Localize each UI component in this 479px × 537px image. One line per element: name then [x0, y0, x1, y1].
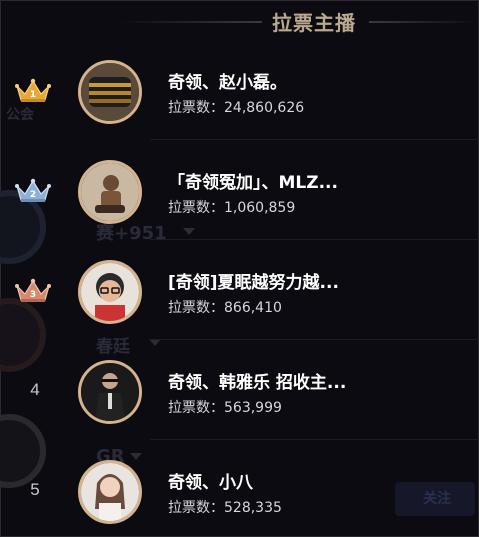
streamer-name: 奇领、小八: [168, 473, 253, 493]
vote-count-value: 563,999: [224, 400, 282, 416]
row-divider: [150, 439, 479, 440]
vote-count: 拉票数：24,860,626: [168, 97, 304, 117]
svg-text:1: 1: [30, 90, 36, 100]
vote-count: 拉票数：866,410: [168, 297, 282, 317]
rank-number: 5: [30, 480, 40, 499]
streamer-name: 奇领、赵小磊。: [168, 73, 287, 93]
silver-crown-icon: 2: [14, 176, 52, 206]
row-divider: [150, 339, 479, 340]
streamer-name: 「奇领冤加」、MLZ...: [168, 173, 338, 193]
vote-count-value: 866,410: [224, 300, 282, 316]
streamer-name: 奇领、韩雅乐 招收主...: [168, 373, 347, 393]
panel-header: 拉票主播: [0, 0, 479, 44]
avatar[interactable]: [78, 260, 142, 324]
vote-count-label: 拉票数：: [168, 300, 224, 316]
header-divider-left: [118, 21, 262, 23]
rank-number: 4: [30, 380, 40, 399]
row-divider: [150, 239, 479, 240]
vote-count-label: 拉票数：: [168, 400, 224, 416]
avatar[interactable]: [78, 460, 142, 524]
vote-count-label: 拉票数：: [168, 200, 224, 216]
streamer-name: [奇领]夏眠越努力越...: [168, 273, 339, 293]
avatar[interactable]: [78, 160, 142, 224]
gold-crown-icon: 1: [14, 76, 52, 106]
streamer-row[interactable]: 1 奇领、赵小磊。 拉票数：24,860,626: [0, 42, 479, 140]
vote-count-value: 24,860,626: [224, 100, 305, 116]
avatar[interactable]: [78, 360, 142, 424]
streamer-row[interactable]: 4 奇领、韩雅乐 招收主... 拉票数：563,999: [0, 342, 479, 440]
vote-count: 拉票数：1,060,859: [168, 197, 295, 217]
vote-count-label: 拉票数：: [168, 100, 224, 116]
vote-count: 拉票数：528,335: [168, 497, 282, 517]
streamer-row[interactable]: 3 [奇领]夏眠越努力越... 拉票数：866,410: [0, 242, 479, 340]
svg-text:3: 3: [30, 290, 36, 300]
bronze-crown-icon: 3: [14, 276, 52, 306]
streamer-row[interactable]: 5 奇领、小八 拉票数：528,335: [0, 442, 479, 537]
streamer-row[interactable]: 2 「奇领冤加」、MLZ... 拉票数：1,060,859: [0, 142, 479, 240]
panel-title: 拉票主播: [272, 11, 356, 35]
avatar[interactable]: [78, 60, 142, 124]
vote-count: 拉票数：563,999: [168, 397, 282, 417]
vote-count-value: 1,060,859: [224, 200, 296, 216]
vote-count-value: 528,335: [224, 500, 282, 516]
header-divider-right: [369, 21, 477, 23]
svg-text:2: 2: [30, 190, 36, 200]
vote-count-label: 拉票数：: [168, 500, 224, 516]
row-divider: [150, 139, 479, 140]
